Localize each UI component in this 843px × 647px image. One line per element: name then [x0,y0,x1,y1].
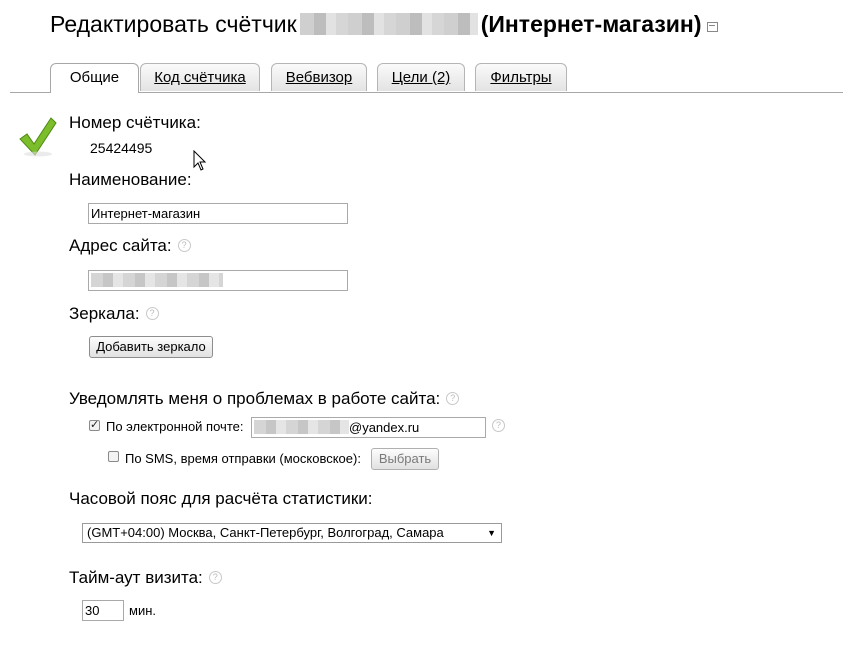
choose-time-button[interactable]: Выбрать [371,448,439,470]
timeout-text: Тайм-аут визита: [69,568,203,587]
notify-label: Уведомлять меня о проблемах в работе сай… [69,389,460,409]
timezone-label: Часовой пояс для расчёта статистики: [69,489,373,508]
tab-filters[interactable]: Фильтры [475,63,567,91]
external-window-icon[interactable] [706,22,718,32]
blurred-email-user [254,420,349,434]
mouse-cursor-icon [193,150,207,171]
question-icon[interactable]: ? [145,307,159,320]
blurred-site-address [91,273,223,287]
tab-webvisor[interactable]: Вебвизор [271,63,367,91]
blurred-counter-name [299,13,478,35]
question-icon[interactable]: ? [177,239,191,252]
title-suffix: (Интернет-магазин) [480,11,702,37]
timeout-unit: мин. [129,603,156,618]
email-checkbox[interactable]: ✓ [89,420,100,431]
email-input[interactable]: @yandex.ru [251,417,486,438]
sms-label: По SMS, время отправки (московское): [125,451,361,466]
tab-goals-label: Цели (2) [391,69,451,86]
add-mirror-button[interactable]: Добавить зеркало [89,336,213,358]
tab-counter-code[interactable]: Код счётчика [140,63,260,91]
site-address-text: Адрес сайта: [69,236,172,255]
email-domain: @yandex.ru [349,420,420,435]
tab-goals[interactable]: Цели (2) [377,63,465,91]
title-prefix: Редактировать счётчик [50,11,297,37]
sms-checkbox[interactable] [108,451,119,462]
tab-general[interactable]: Общие [50,63,139,93]
tab-webvisor-label: Вебвизор [285,69,353,86]
mirrors-text: Зеркала: [69,304,140,323]
timeout-label: Тайм-аут визита:? [69,568,222,588]
name-input[interactable]: Интернет-магазин [88,203,348,224]
name-label: Наименование: [69,170,192,189]
tab-filters-label: Фильтры [490,69,552,86]
timezone-value: (GMT+04:00) Москва, Санкт-Петербург, Вол… [87,525,444,540]
question-icon[interactable]: ? [208,571,222,584]
site-address-label: Адрес сайта:? [69,236,191,256]
counter-number-value: 25424495 [90,140,153,156]
timeout-input[interactable]: 30 [82,600,124,621]
notify-text: Уведомлять меня о проблемах в работе сай… [69,389,441,408]
question-icon[interactable]: ? [446,392,460,405]
timezone-select[interactable]: (GMT+04:00) Москва, Санкт-Петербург, Вол… [82,523,502,543]
question-icon[interactable]: ? [492,419,505,432]
page-title: Редактировать счётчик (Интернет-магазин) [50,8,718,40]
counter-number-label: Номер счётчика: [69,113,201,132]
tab-bar: Общие Код счётчика Вебвизор Цели (2) Фил… [10,62,843,93]
dropdown-arrow-icon: ▼ [487,528,496,538]
checkmark-icon [19,117,57,157]
email-label: По электронной почте: [106,419,244,434]
tab-counter-code-label: Код счётчика [154,69,246,86]
tab-general-label: Общие [69,69,120,86]
site-address-input[interactable] [88,270,348,291]
mirrors-label: Зеркала:? [69,304,159,324]
